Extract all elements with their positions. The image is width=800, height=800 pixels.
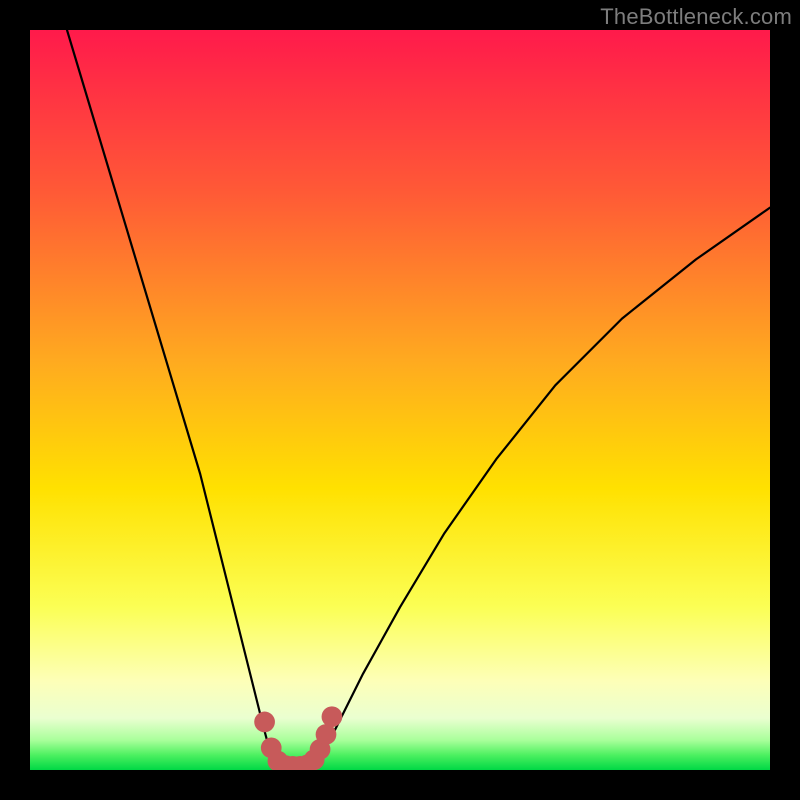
chart-frame xyxy=(30,30,770,770)
bottleneck-curve-plot xyxy=(30,30,770,770)
highlight-dot xyxy=(322,706,343,727)
watermark-text: TheBottleneck.com xyxy=(600,4,792,30)
gradient-background xyxy=(30,30,770,770)
highlight-dot xyxy=(316,724,337,745)
highlight-dot xyxy=(254,712,275,733)
